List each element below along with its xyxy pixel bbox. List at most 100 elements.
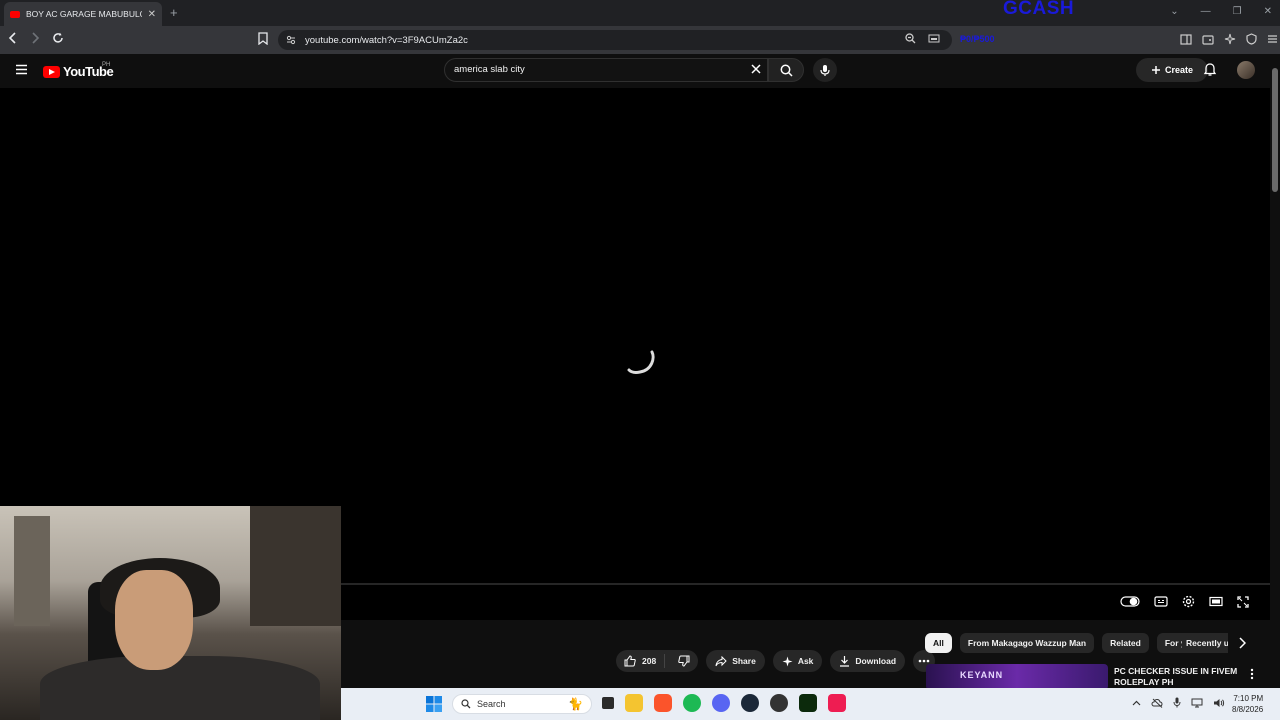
system-tray: [1132, 697, 1225, 708]
scrollbar-thumb[interactable]: [1272, 68, 1278, 192]
chip-related[interactable]: Related: [1102, 633, 1149, 653]
tab-title: BOY AC GARAGE MABUBULOK: [26, 9, 142, 19]
search-button[interactable]: [768, 58, 804, 82]
zoom-icon[interactable]: [905, 33, 916, 44]
nav-buttons: [8, 32, 64, 44]
sparkle-icon: [782, 656, 793, 666]
cloud-offline-icon[interactable]: [1151, 698, 1163, 708]
search-query-text[interactable]: america slab city: [454, 64, 525, 75]
fullscreen-icon[interactable]: [1237, 595, 1249, 608]
youtube-favicon-icon: [10, 10, 20, 18]
webcam-background-door: [14, 516, 50, 626]
chip-from-channel[interactable]: From Makagago Wazzup Man: [959, 633, 1095, 653]
browser-right-icons: [1180, 33, 1278, 45]
omnibox-icons: [905, 33, 940, 44]
task-view-icon[interactable]: [602, 697, 614, 709]
chip-recently-uploaded-clip: Recently uploaded: [1182, 633, 1228, 653]
ask-button[interactable]: Ask: [772, 650, 823, 672]
recommended-video-title[interactable]: PC CHECKER ISSUE IN FIVEM ROLEPLAY PH: [1114, 666, 1244, 688]
more-vertical-icon[interactable]: [1250, 668, 1254, 680]
taskbar-search-box[interactable]: Search 🐈: [452, 694, 592, 714]
window-controls: ⌄ — ❐ ✕: [1170, 6, 1272, 17]
notifications-bell-icon[interactable]: [1203, 62, 1217, 77]
chip-recently-uploaded[interactable]: Recently uploaded: [1182, 633, 1228, 653]
download-button[interactable]: Download: [830, 650, 906, 672]
steam-icon[interactable]: [741, 694, 759, 712]
download-label: Download: [855, 656, 897, 666]
clock-time: 7:10 PM: [1233, 694, 1264, 703]
hamburger-menu-icon[interactable]: [15, 64, 28, 75]
spotify-icon[interactable]: [683, 694, 701, 712]
close-window-icon[interactable]: ✕: [1264, 6, 1272, 17]
tab-close-icon[interactable]: ✕: [148, 9, 156, 20]
site-info-icon[interactable]: [286, 35, 296, 45]
browser-tab-strip: [0, 0, 1280, 26]
url-text[interactable]: youtube.com/watch?v=3F9ACUmZa2c: [305, 35, 468, 46]
loading-spinner-icon: [627, 350, 655, 374]
cast-icon[interactable]: [928, 34, 940, 44]
webcam-background-shelf: [250, 506, 341, 626]
webcam-person-face: [115, 570, 193, 670]
ai-sparkle-icon[interactable]: [1224, 33, 1236, 45]
autoplay-toggle-icon[interactable]: [1120, 596, 1140, 607]
dislike-button[interactable]: [670, 655, 698, 667]
clock-date: 8/8/2026: [1232, 705, 1264, 714]
chips-next-chevron-icon[interactable]: [1238, 637, 1246, 649]
restore-icon[interactable]: ❐: [1233, 6, 1242, 17]
minimize-icon[interactable]: —: [1201, 6, 1211, 17]
share-button[interactable]: Share: [706, 650, 765, 672]
microphone-tray-icon[interactable]: [1173, 697, 1181, 708]
network-icon[interactable]: [1191, 698, 1203, 708]
ask-label: Ask: [797, 656, 814, 666]
bookmark-icon[interactable]: [258, 32, 268, 45]
webcam-overlay: [0, 506, 341, 720]
gcash-overlay-text: GCASH: [1003, 0, 1075, 19]
clear-search-icon[interactable]: [750, 63, 762, 75]
wallet-icon[interactable]: [1202, 34, 1214, 45]
microphone-icon: [820, 64, 830, 76]
recommended-video-thumbnail[interactable]: KEYANN: [926, 664, 1108, 690]
taskbar-clock[interactable]: 7:10 PM 8/8/2026: [1232, 693, 1263, 715]
captions-icon[interactable]: [1154, 596, 1168, 607]
voice-search-button[interactable]: [813, 58, 837, 82]
region-code: PH: [102, 62, 111, 68]
create-button[interactable]: Create: [1136, 58, 1208, 82]
browser-tab[interactable]: BOY AC GARAGE MABUBULOK ✕: [4, 2, 162, 26]
share-label: Share: [732, 656, 756, 666]
obs-icon[interactable]: [770, 694, 788, 712]
like-count: 208: [642, 656, 657, 666]
volume-icon[interactable]: [1213, 698, 1225, 708]
windows-start-icon[interactable]: [426, 696, 442, 712]
theater-mode-icon[interactable]: [1209, 596, 1223, 607]
more-horizontal-icon: [918, 659, 930, 663]
brave-browser-icon[interactable]: [654, 694, 672, 712]
taskbar-pinned-apps: [602, 694, 846, 712]
chevron-down-icon[interactable]: ⌄: [1170, 6, 1178, 17]
like-button[interactable]: 208: [616, 654, 666, 668]
reload-icon[interactable]: [52, 32, 64, 44]
discord-icon[interactable]: [712, 694, 730, 712]
back-icon[interactable]: [8, 32, 18, 44]
video-actions: 208 Share Ask Download: [616, 650, 936, 672]
thumbnail-text: KEYANN: [960, 670, 1004, 680]
create-label: Create: [1164, 65, 1193, 75]
search-highlight-cat-icon: 🐈: [568, 697, 583, 711]
share-arrow-icon: [715, 655, 727, 666]
search-icon: [780, 64, 793, 77]
chip-all[interactable]: All: [925, 633, 952, 653]
sidebar-icon[interactable]: [1180, 33, 1192, 45]
youtube-play-logo-icon: [43, 65, 60, 78]
shield-icon[interactable]: [1246, 33, 1257, 45]
file-explorer-icon[interactable]: [625, 694, 643, 712]
forward-icon[interactable]: [30, 32, 40, 44]
donation-goal-overlay: ₱0/₱500: [960, 34, 995, 44]
browser-menu-icon[interactable]: [1267, 34, 1278, 44]
thumbs-up-icon: [624, 655, 636, 667]
download-icon: [840, 656, 850, 667]
settings-gear-icon[interactable]: [1182, 595, 1195, 608]
tiktok-icon[interactable]: [828, 694, 846, 712]
new-tab-button[interactable]: +: [170, 5, 178, 20]
account-avatar[interactable]: [1237, 61, 1255, 79]
terminal-app-icon[interactable]: [799, 694, 817, 712]
tray-overflow-chevron-icon[interactable]: [1132, 700, 1141, 706]
